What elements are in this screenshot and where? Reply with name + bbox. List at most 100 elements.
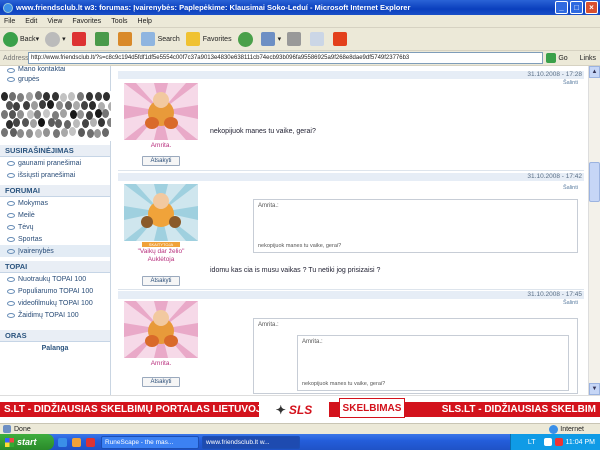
- quick-launch: [58, 437, 98, 447]
- menu-favorites[interactable]: Favorites: [72, 18, 101, 25]
- scroll-up-icon[interactable]: ▲: [589, 66, 600, 78]
- member-face: [97, 118, 105, 128]
- media-icon[interactable]: [86, 437, 95, 447]
- sidebar-item-sent[interactable]: išsiųsti pranešimai: [0, 169, 110, 181]
- globe-icon: [549, 424, 559, 434]
- delete-link[interactable]: Šalinti: [563, 80, 578, 86]
- sidebar-item-misc[interactable]: Įvairenybės: [0, 245, 110, 257]
- ad-banner[interactable]: S.LT - DIDŽIAUSIAS SKELBIMŲ PORTALAS LIE…: [0, 395, 600, 423]
- go-button[interactable]: Go: [546, 53, 568, 63]
- maximize-button[interactable]: □: [570, 1, 583, 14]
- language-indicator[interactable]: LT: [528, 439, 536, 446]
- stop-button[interactable]: [71, 32, 89, 46]
- menu-bar: File Edit View Favorites Tools Help: [0, 15, 600, 28]
- sidebar-item-inbox[interactable]: gaunami pranešimai: [0, 157, 110, 169]
- refresh-button[interactable]: [94, 32, 112, 46]
- member-face: [29, 118, 37, 128]
- sidebar-item-parents[interactable]: Tėvų: [0, 221, 110, 233]
- print-button[interactable]: [287, 32, 304, 46]
- menu-help[interactable]: Help: [138, 18, 152, 25]
- messenger-button[interactable]: [333, 32, 350, 46]
- member-face: [43, 127, 51, 137]
- document-icon: [310, 32, 325, 46]
- post-divider: [118, 289, 584, 290]
- banner-right-text: SLS.LT - DIDŽIAUSIAS SKELBIM: [441, 404, 596, 415]
- section-messaging: SUSIRAŠINĖJIMAS: [0, 145, 110, 157]
- favorites-button[interactable]: Favorites: [185, 32, 232, 46]
- search-button[interactable]: Search: [140, 32, 180, 46]
- member-face: [76, 91, 84, 101]
- minimize-button[interactable]: _: [555, 1, 568, 14]
- menu-file[interactable]: File: [4, 18, 15, 25]
- banner-left-text: S.LT - DIDŽIAUSIAS SKELBIMŲ PORTALAS LIE…: [4, 404, 269, 415]
- reply-button[interactable]: Atsakyti: [142, 276, 180, 286]
- sidebar-item-sports[interactable]: Sportas: [0, 233, 110, 245]
- delete-link[interactable]: Šalinti: [563, 185, 578, 191]
- ie-icon[interactable]: [58, 437, 67, 447]
- post-divider: [118, 170, 584, 171]
- task-friendsclub[interactable]: www.friendsclub.lt w...: [202, 435, 300, 449]
- skelbimas-logo: SKELBIMAS: [339, 398, 405, 418]
- username[interactable]: Amrita.: [124, 360, 198, 367]
- sidebar-item-learning[interactable]: Mokymas: [0, 197, 110, 209]
- sidebar-item-love[interactable]: Meilė: [0, 209, 110, 221]
- post-date: 31.10.2008 - 17:28: [118, 71, 584, 79]
- member-face: [55, 118, 63, 128]
- start-button[interactable]: start: [0, 434, 54, 450]
- member-face: [68, 127, 76, 137]
- folder-icon[interactable]: [72, 437, 81, 447]
- scroll-down-icon[interactable]: ▼: [589, 383, 600, 395]
- user-avatar: [124, 184, 198, 241]
- messenger-icon: [333, 32, 348, 46]
- menu-view[interactable]: View: [47, 18, 62, 25]
- menu-tools[interactable]: Tools: [111, 18, 127, 25]
- vertical-scrollbar[interactable]: ▲ ▼: [588, 66, 600, 395]
- member-face: [8, 91, 16, 101]
- section-forums: FORUMAI: [0, 185, 110, 197]
- links-button[interactable]: Links: [580, 55, 596, 62]
- close-button[interactable]: ×: [585, 1, 598, 14]
- home-button[interactable]: [117, 32, 135, 46]
- sidebar-item-groups[interactable]: grupės: [0, 73, 110, 85]
- refresh-icon: [94, 32, 109, 46]
- sidebar-item-popularity-top[interactable]: Populiarumo TOPAI 100: [0, 285, 110, 297]
- clock: 11:04 PM: [565, 438, 595, 446]
- edit-button[interactable]: [310, 32, 327, 46]
- username[interactable]: Amrita.: [124, 142, 198, 149]
- sidebar-item-video-top[interactable]: videofilmukų TOPAI 100: [0, 297, 110, 309]
- mail-icon: [260, 32, 275, 46]
- reply-button[interactable]: Atsakyti: [142, 156, 180, 166]
- sidebar-item-contacts[interactable]: Mano kontaktai: [0, 66, 110, 73]
- mail-button[interactable]: ▾: [260, 32, 281, 46]
- member-face: [13, 118, 21, 128]
- member-face: [21, 118, 29, 128]
- username[interactable]: "Vaikų dar želio" Auklėtoja: [124, 248, 198, 264]
- avatar-image: [124, 184, 198, 241]
- member-face: [61, 128, 69, 138]
- scroll-thumb[interactable]: [589, 162, 600, 202]
- task-runescape[interactable]: RuneScape - the mas...: [101, 435, 199, 449]
- bullet-icon: [7, 200, 15, 206]
- star-icon: [185, 32, 200, 46]
- security-icon[interactable]: [554, 438, 563, 446]
- network-icon[interactable]: [543, 438, 552, 446]
- user-rank-badge: SKAITYTOJA: [142, 242, 180, 247]
- forward-button[interactable]: ▾: [45, 31, 66, 47]
- bullet-icon: [7, 68, 15, 73]
- member-face: [22, 100, 30, 110]
- delete-link[interactable]: Šalinti: [563, 300, 578, 306]
- post-date: 31.10.2008 - 17:45: [118, 291, 584, 299]
- member-face: [86, 91, 94, 101]
- menu-edit[interactable]: Edit: [25, 18, 37, 25]
- back-button[interactable]: Back ▾: [3, 31, 39, 47]
- member-face: [76, 110, 84, 120]
- address-input[interactable]: http://www.friendsclub.lt/?s=c8c9c194d5f…: [28, 52, 544, 64]
- nested-quote-box: Amrita.: nekopijuok manes tu vaike, gera…: [297, 335, 569, 391]
- member-face: [17, 92, 25, 102]
- history-button[interactable]: [237, 31, 255, 47]
- sidebar-item-games-top[interactable]: Žaidimų TOPAI 100: [0, 309, 110, 321]
- reply-button[interactable]: Atsakyti: [142, 377, 180, 387]
- stop-icon: [71, 32, 86, 46]
- sidebar-item-photo-top[interactable]: Nuotraukų TOPAI 100: [0, 273, 110, 285]
- member-face: [94, 128, 102, 138]
